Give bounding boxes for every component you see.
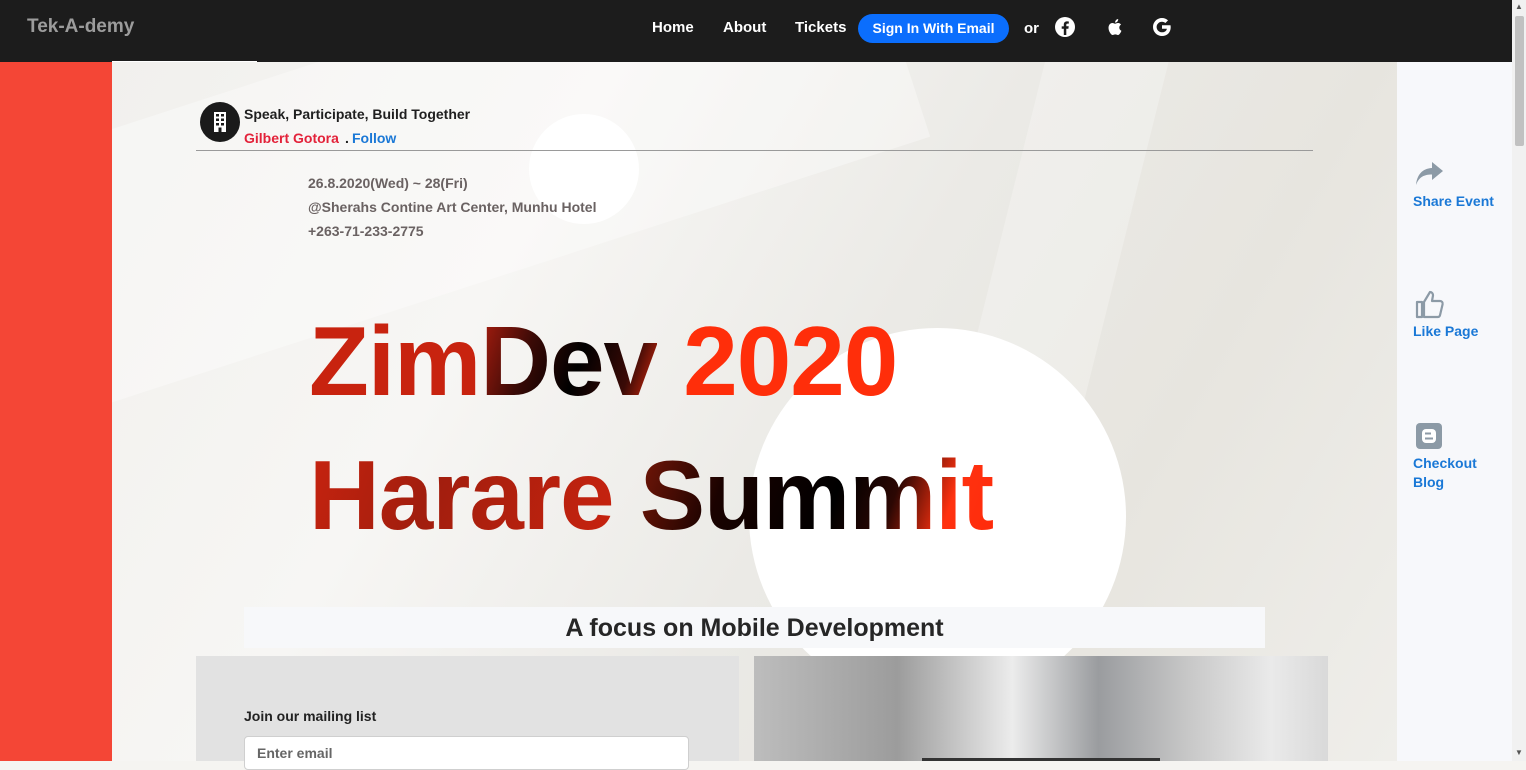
apple-icon[interactable] xyxy=(1104,16,1126,38)
scrollbar-thumb[interactable] xyxy=(1515,16,1524,146)
thumbs-up-icon xyxy=(1415,290,1444,319)
organizer-title: Speak, Participate, Build Together xyxy=(244,106,471,122)
event-tagline: A focus on Mobile Development xyxy=(244,607,1265,648)
follow-link[interactable]: Follow xyxy=(352,130,396,146)
email-input[interactable] xyxy=(244,736,689,770)
brand-logo[interactable]: Tek-A-demy xyxy=(27,16,134,38)
blogger-icon xyxy=(1416,423,1442,449)
scroll-up-arrow-icon[interactable]: ▲ xyxy=(1514,2,1524,12)
or-separator: or xyxy=(1024,20,1039,37)
headline-word: Zim xyxy=(309,306,481,416)
headline-word: Summit xyxy=(639,440,994,550)
left-accent-strip xyxy=(0,62,112,761)
checkout-blog-link[interactable]: Checkout Blog xyxy=(1413,420,1508,492)
share-arrow-icon xyxy=(1416,162,1443,185)
headline-word: Harare xyxy=(309,440,615,550)
event-phone: +263-71-233-2775 xyxy=(308,223,424,239)
scroll-down-arrow-icon[interactable]: ▼ xyxy=(1514,748,1524,758)
headline-line-1: ZimDev 2020 xyxy=(309,312,898,410)
checkout-blog-label: Checkout Blog xyxy=(1413,455,1477,490)
media-image-panel xyxy=(754,656,1328,761)
event-date: 26.8.2020(Wed) ~ 28(Fri) xyxy=(308,175,468,191)
share-event-link[interactable]: Share Event xyxy=(1413,158,1508,211)
headline-line-2: Harare Summit xyxy=(309,446,994,544)
headline-word: Dev xyxy=(480,306,658,416)
mailing-list-label: Join our mailing list xyxy=(244,708,377,724)
sign-in-email-button[interactable]: Sign In With Email xyxy=(858,14,1009,43)
organizer-building-icon xyxy=(200,102,240,142)
nav-link-about[interactable]: About xyxy=(723,19,766,36)
organizer-author-link[interactable]: Gilbert Gotora xyxy=(244,130,339,146)
organizer-divider xyxy=(196,150,1313,151)
headline-word: 2020 xyxy=(683,306,898,416)
nav-link-tickets[interactable]: Tickets xyxy=(795,19,846,36)
like-page-link[interactable]: Like Page xyxy=(1413,288,1508,341)
organizer-separator: . xyxy=(345,130,349,146)
google-icon[interactable] xyxy=(1151,16,1173,38)
share-event-label: Share Event xyxy=(1413,193,1494,209)
facebook-icon[interactable] xyxy=(1054,16,1076,38)
nav-link-home[interactable]: Home xyxy=(652,19,694,36)
event-venue: @Sherahs Contine Art Center, Munhu Hotel xyxy=(308,199,597,215)
like-page-label: Like Page xyxy=(1413,323,1479,339)
top-navbar: Tek-A-demy Home About Tickets Sign In Wi… xyxy=(0,0,1512,62)
